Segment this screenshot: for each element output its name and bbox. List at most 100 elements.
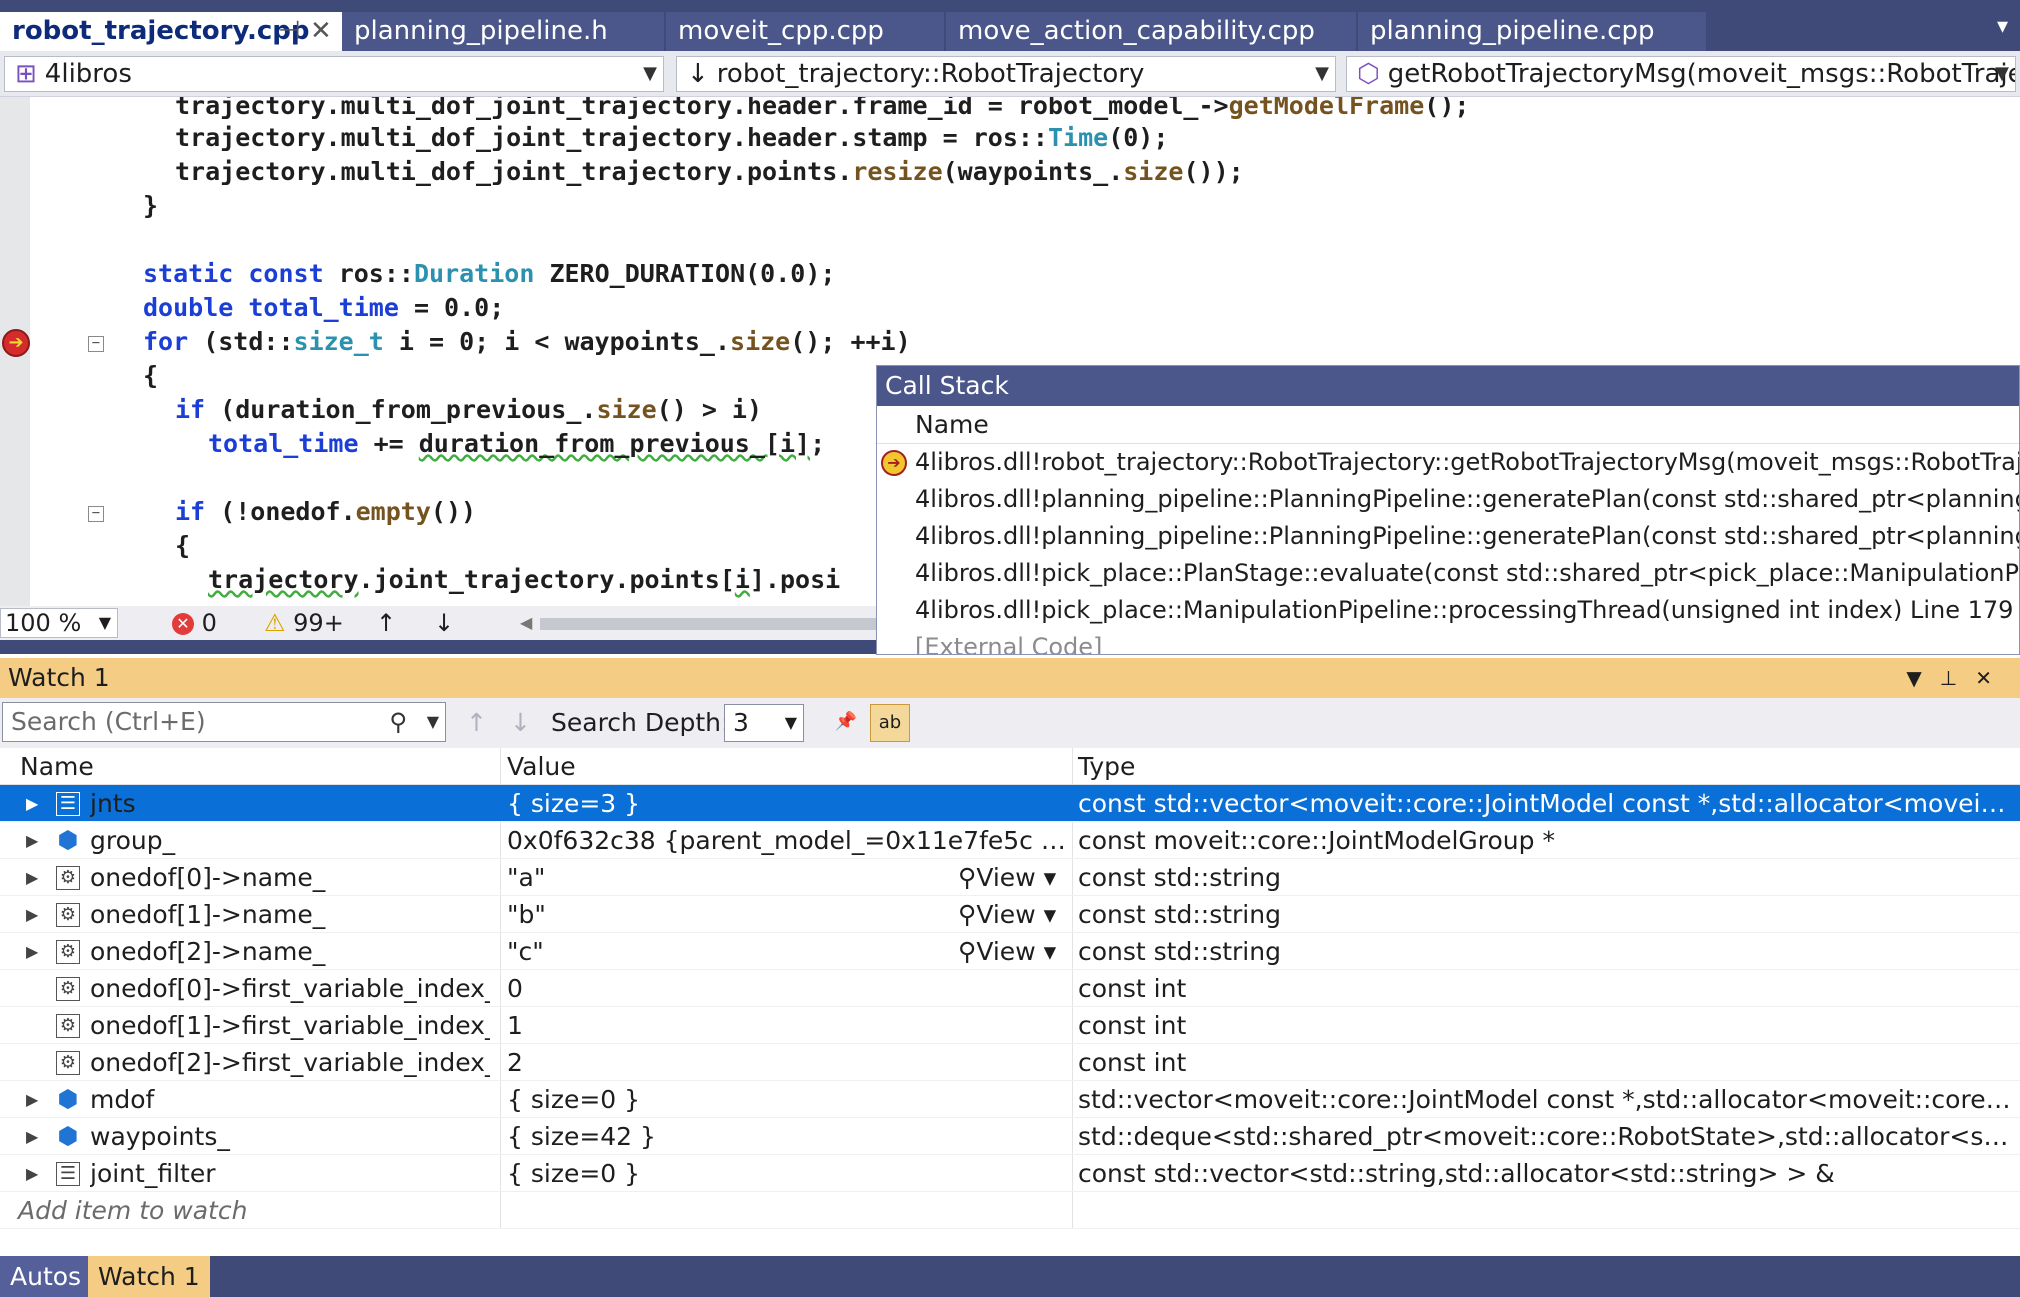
pin-icon[interactable]: ⊣ [278,12,301,51]
tab-planning-pipeline-cpp[interactable]: planning_pipeline.cpp [1358,12,1706,51]
tab-planning-pipeline-h[interactable]: planning_pipeline.h [342,12,664,51]
watch-row[interactable]: ▶ ⚙ onedof[1]->name_ "b" ⚲View ▾ const std… [0,896,2020,933]
tab-label: move_action_capability.cpp [958,16,1315,46]
call-stack-frame[interactable]: 4libros.dll!pick_place::ManipulationPipe… [877,592,2019,629]
collapse-icon[interactable]: − [88,336,104,352]
tab-moveit-cpp-cpp[interactable]: moveit_cpp.cpp [666,12,944,51]
pin-icon[interactable]: ⊥ [1940,666,1975,690]
zoom-combo[interactable]: 100 % ▼ [0,608,118,638]
watch-row[interactable]: ⚙ onedof[0]->first_variable_index_ 0 const… [0,970,2020,1007]
tab-autos[interactable]: Autos [0,1256,92,1297]
search-placeholder: Search (Ctrl+E) [11,707,206,736]
warning-count[interactable]: ⚠ 99+ [264,606,344,640]
watch-row[interactable]: ▶ ⬢ mdof{ size=0 } std::vector<moveit::cor… [0,1081,2020,1118]
watch-row[interactable]: ▶ ☰ jnts{ size=3 } const std::vector<movei… [0,785,2020,822]
tab-robot-trajectory-cpp[interactable]: robot_trajectory.cpp ⊣ ✕ [0,12,342,51]
watch-row[interactable]: ▶ ☰ joint_filter{ size=0 } const std::vect… [0,1155,2020,1192]
search-previous-icon[interactable]: ↑ [466,708,487,737]
field-icon: ⚙ [56,977,80,1001]
watch-row[interactable]: ⚙ onedof[2]->first_variable_index_ 2 const… [0,1044,2020,1081]
watch-row[interactable]: ▶ ⚙ onedof[0]->name_ "a" ⚲View ▾ const std… [0,859,2020,896]
error-icon: ✕ [172,613,194,635]
watch-grid: Name Value Type ▶ ☰ jnts{ size=3 } const s… [0,748,2020,1256]
tool-window-tabs: Autos Watch 1 [0,1256,2020,1297]
scope-name: robot_trajectory::RobotTrajectory [716,59,1145,89]
watch-row[interactable]: ⚙ onedof[1]->first_variable_index_ 1 const… [0,1007,2020,1044]
member-combo[interactable]: ⬡ getRobotTrajectoryMsg(moveit_msgs::Robo… [1346,56,2016,92]
string-visualizer-button[interactable]: ⚲View ▾ [958,859,1056,896]
chevron-down-icon: ▼ [98,613,111,632]
code-line: total_time += duration_from_previous_[i]… [208,429,826,458]
column-header-type[interactable]: Type [1078,748,1135,785]
previous-issue-icon[interactable]: ↑ [376,606,396,640]
call-stack-frame[interactable]: ➔ 4libros.dll!robot_trajectory::RobotTraj… [877,444,2019,481]
search-icon[interactable]: ⚲ [389,703,407,741]
expand-icon[interactable]: ▶ [26,785,38,822]
watch-panel-title: Watch 1 ▼⊥✕ [0,658,2020,698]
watch-row[interactable]: ▶ ⬢ waypoints_{ size=42 } std::deque<std::… [0,1118,2020,1155]
expand-icon[interactable]: ▶ [26,1155,38,1192]
next-issue-icon[interactable]: ↓ [434,606,454,640]
code-line: if (!onedof.empty()) [175,497,477,526]
tab-label: planning_pipeline.cpp [1370,16,1655,46]
field-icon: ⚙ [56,1051,80,1075]
code-line: } [143,191,159,220]
error-count-value: 0 [201,609,217,637]
code-line: static const ros::Duration ZERO_DURATION… [143,259,836,288]
variable-icon: ☰ [56,792,80,816]
current-frame-arrow-icon: ➔ [881,450,907,476]
code-line: if (duration_from_previous_.size() > i) [175,395,763,424]
code-line: trajectory.multi_dof_joint_trajectory.po… [175,157,1244,186]
search-next-icon[interactable]: ↓ [510,708,531,737]
tab-move-action-capability-cpp[interactable]: move_action_capability.cpp [946,12,1356,51]
string-visualizer-button[interactable]: ⚲View ▾ [958,896,1056,933]
watch-row[interactable]: ▶ ⬢ group_ 0x0f632c38 {parent_model_=0x11e… [0,822,2020,859]
field-icon: ⚙ [56,1014,80,1038]
search-depth-value: 3 [733,708,749,737]
call-stack-window[interactable]: Call Stack Name ➔ 4libros.dll!robot_traje… [876,365,2020,655]
expand-icon[interactable]: ▶ [26,1081,38,1118]
column-header-value[interactable]: Value [507,748,576,785]
watch-row[interactable]: ▶ ⚙ onedof[2]->name_ "c" ⚲View ▾ const std… [0,933,2020,970]
chevron-down-icon[interactable]: ▼ [427,703,439,741]
error-count[interactable]: ✕ 0 [172,606,217,640]
search-depth-combo[interactable]: 3 ▼ [724,704,804,742]
code-line: { [175,531,191,560]
collapse-icon[interactable]: − [88,506,104,522]
horizontal-scrollbar[interactable] [540,618,880,630]
field-icon: ⚙ [56,940,80,964]
scroll-left-icon[interactable]: ◀ [520,606,532,640]
close-icon[interactable]: ✕ [1975,666,2010,690]
add-item-placeholder: Add item to watch [18,1196,248,1225]
call-stack-frame[interactable]: 4libros.dll!planning_pipeline::PlanningP… [877,518,2019,555]
navigation-bar: ⊞ 4libros ▼ ↓ robot_trajectory::RobotTraje… [0,51,2020,97]
watch-title-text: Watch 1 [8,663,110,692]
project-combo[interactable]: ⊞ 4libros ▼ [4,56,664,92]
string-visualizer-button[interactable]: ⚲View ▾ [958,933,1056,970]
current-statement-arrow-icon[interactable]: ➔ [2,329,30,357]
window-position-icon[interactable]: ▼ [1906,666,1939,690]
watch-search-input[interactable]: Search (Ctrl+E) ⚲ ▼ [2,702,446,742]
code-line: trajectory.multi_dof_joint_trajectory.he… [175,123,1169,152]
expand-icon[interactable]: ▶ [26,1118,38,1155]
chevron-down-icon: ▼ [1995,63,2009,84]
code-line: double total_time = 0.0; [143,293,505,322]
editor-status-bar: 100 % ▼ ✕ 0 ⚠ 99+ ↑ ↓ ◀ [0,606,880,640]
tab-overflow-icon[interactable]: ▾ [1997,14,2008,39]
add-watch-row[interactable]: Add item to watch [0,1192,2020,1229]
call-stack-column-name[interactable]: Name [877,406,2019,444]
scope-combo[interactable]: ↓ robot_trajectory::RobotTrajectory ▼ [676,56,1336,92]
expand-icon[interactable]: ▶ [26,896,38,933]
hex-display-icon[interactable]: ab [870,704,910,742]
pin-source-icon[interactable]: 📌 [826,704,866,742]
tab-label: moveit_cpp.cpp [678,16,884,46]
expand-icon[interactable]: ▶ [26,822,38,859]
expand-icon[interactable]: ▶ [26,859,38,896]
expand-icon[interactable]: ▶ [26,933,38,970]
column-header-name[interactable]: Name [20,748,94,785]
call-stack-frame[interactable]: [External Code] [877,629,2019,654]
call-stack-frame[interactable]: 4libros.dll!planning_pipeline::PlanningP… [877,481,2019,518]
close-icon[interactable]: ✕ [310,12,332,51]
call-stack-frame[interactable]: 4libros.dll!pick_place::PlanStage::evalu… [877,555,2019,592]
tab-watch-1[interactable]: Watch 1 [88,1256,210,1297]
